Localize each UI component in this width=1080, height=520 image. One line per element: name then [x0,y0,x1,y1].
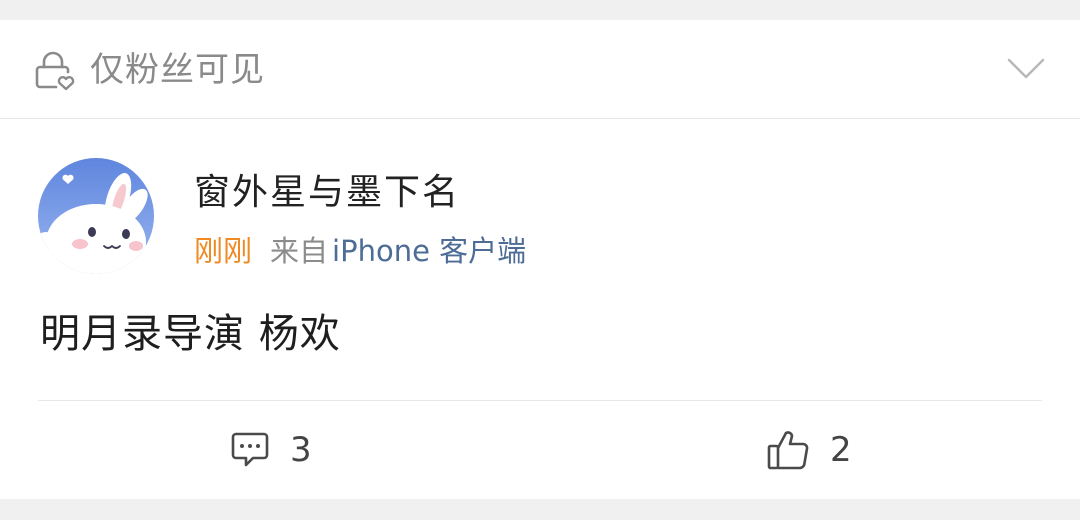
comment-count: 3 [290,430,312,470]
chevron-down-icon[interactable] [1006,56,1046,82]
post-text: 明月录导演 杨欢 [40,311,341,357]
like-count: 2 [830,430,852,470]
divider [38,400,1042,401]
lock-heart-icon [35,51,75,91]
visibility-bar[interactable]: 仅粉丝可见 [0,20,1080,119]
author-name[interactable]: 窗外星与墨下名 [194,170,460,216]
visibility-label: 仅粉丝可见 [90,50,265,90]
comment-icon [231,432,269,467]
avatar[interactable] [38,158,154,274]
bunny-avatar [38,158,154,274]
post-meta: 刚刚 来自 iPhone 客户端 [194,232,526,270]
like-button[interactable]: 2 [766,428,852,472]
post-card: 仅粉丝可见 窗外星与墨下名 刚刚 来自 iPhone 客户端 明月录导演 杨欢 … [0,20,1080,499]
comment-button[interactable]: 3 [230,428,312,472]
thumbs-up-icon [767,431,809,470]
post-time: 刚刚 [194,234,253,268]
source-link[interactable]: iPhone 客户端 [332,234,526,268]
source-prefix: 来自 [270,234,329,268]
